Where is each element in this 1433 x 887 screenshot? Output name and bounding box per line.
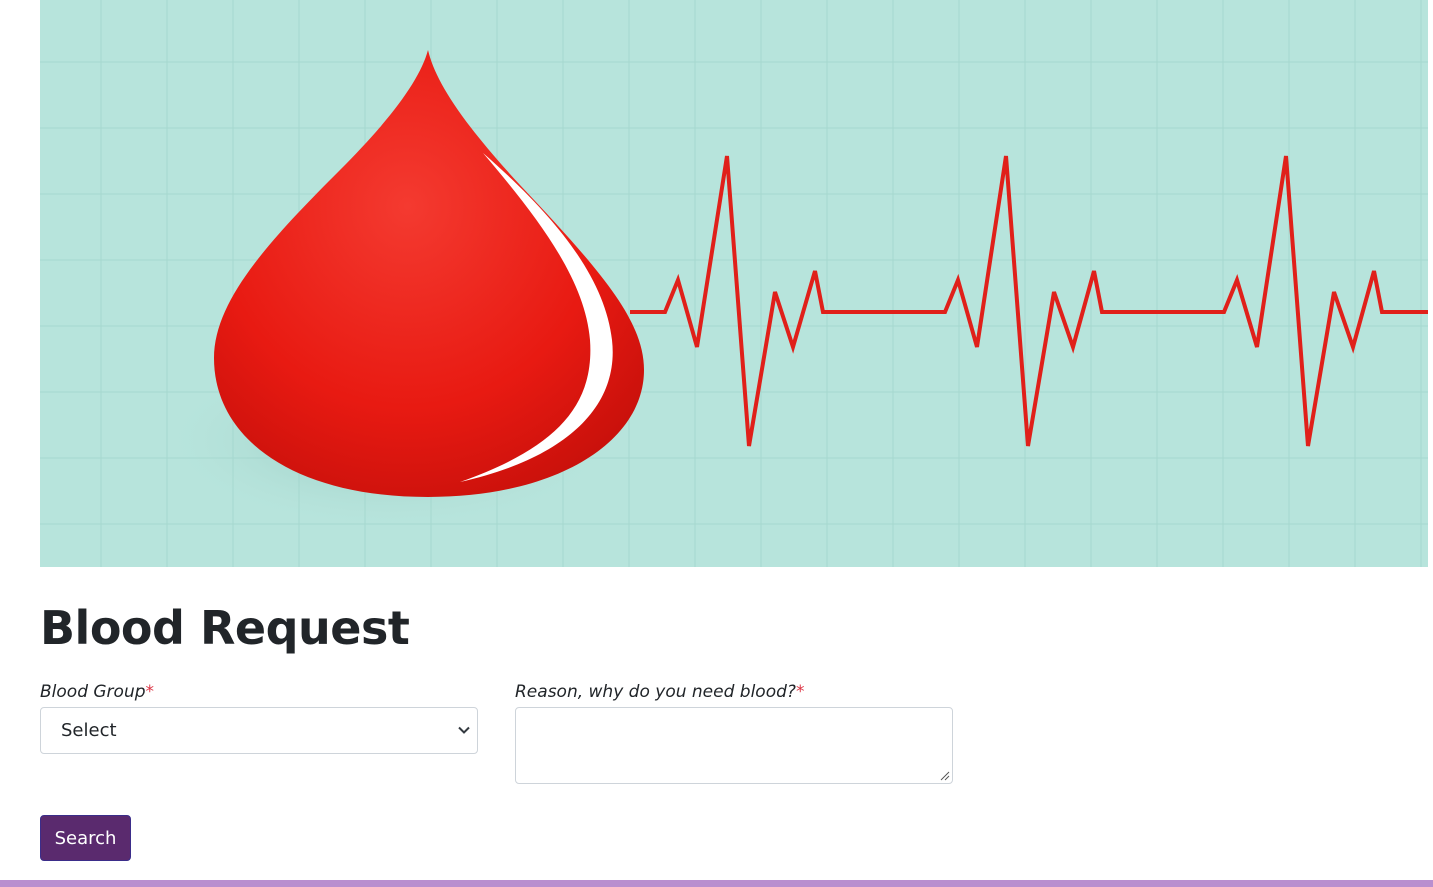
blood-drop-heartbeat-illustration bbox=[40, 0, 1428, 567]
required-mark: * bbox=[795, 682, 805, 702]
blood-group-label-text: Blood Group bbox=[40, 682, 146, 702]
resize-grip-icon[interactable] bbox=[940, 771, 950, 781]
blood-group-selected-value: Select bbox=[61, 720, 117, 741]
reason-textarea[interactable] bbox=[515, 707, 953, 784]
reason-label: Reason, why do you need blood?* bbox=[515, 682, 804, 702]
banner-image bbox=[40, 0, 1428, 567]
page: Blood Request Blood Group* Select Reason… bbox=[0, 0, 1433, 887]
page-title: Blood Request bbox=[40, 601, 410, 655]
blood-group-select[interactable]: Select bbox=[40, 707, 478, 754]
chevron-down-icon bbox=[458, 726, 470, 734]
required-mark: * bbox=[145, 682, 155, 702]
search-button[interactable]: Search bbox=[40, 815, 131, 861]
reason-label-text: Reason, why do you need blood? bbox=[515, 682, 796, 702]
blood-group-label: Blood Group* bbox=[40, 682, 154, 702]
footer-bar bbox=[0, 880, 1433, 887]
